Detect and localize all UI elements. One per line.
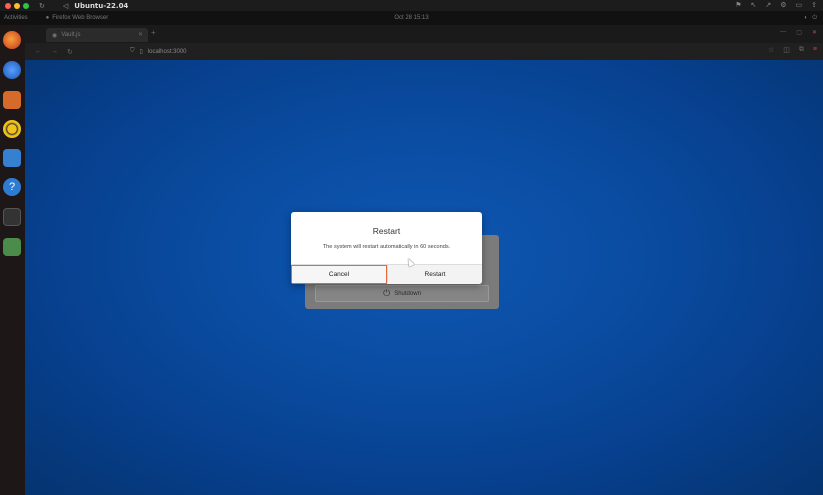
tab-close-icon[interactable]: ✕ (138, 31, 143, 38)
tab-strip: ◉ Vault.js ✕ + — ▢ ✕ (25, 25, 823, 43)
dialog-message: The system will restart automatically in… (322, 244, 451, 250)
forward-icon[interactable]: → (51, 48, 58, 56)
help-dock-icon[interactable]: ? (3, 178, 21, 196)
zoom-window-button[interactable] (23, 2, 29, 9)
thunderbird-dock-icon[interactable] (3, 61, 21, 79)
terminal-dock-icon[interactable] (3, 208, 21, 226)
url-text: localhost:3000 (147, 48, 187, 55)
settings-icon[interactable]: ⚙ (780, 1, 786, 9)
activities-button[interactable]: Activities (4, 15, 28, 21)
host-titlebar: ↻ ◁ Ubuntu-22.04 ⚑ ↖ ↗ ⚙ ▭ ⇪ (0, 0, 823, 11)
undo-icon[interactable]: ↖ (750, 1, 756, 9)
tab-favicon-icon: ◉ (52, 32, 58, 39)
dialog-actions: Cancel Restart (291, 264, 482, 284)
redo-icon[interactable]: ↗ (765, 1, 771, 9)
files-dock-icon[interactable] (3, 91, 21, 109)
bookmark-star-icon[interactable]: ☆ (768, 46, 774, 54)
minimize-icon[interactable]: — (780, 29, 786, 36)
app-menu-label: Firefox Web Browser (52, 15, 109, 21)
extensions-icon[interactable]: ⧉ (799, 46, 804, 54)
firefox-icon: ● (45, 15, 50, 21)
share-icon[interactable]: ⇪ (811, 1, 817, 9)
cancel-button[interactable]: Cancel (291, 265, 387, 284)
clock[interactable]: Oct 28 15:13 (394, 15, 428, 21)
firefox-dock-icon[interactable] (3, 31, 21, 49)
tab-title: Vault.js (61, 32, 81, 38)
browser-tab[interactable]: ◉ Vault.js ✕ (46, 28, 148, 42)
trash-dock-icon[interactable] (3, 238, 21, 256)
writer-dock-icon[interactable] (3, 149, 21, 167)
minimize-window-button[interactable] (14, 2, 20, 9)
volume-icon: ◖ (803, 14, 808, 21)
toolbar-right: ☆ ◫ ⧉ ≡ (768, 46, 817, 54)
nav-buttons: ← → ↻ (35, 48, 73, 56)
screen-icon[interactable]: ▭ (796, 1, 803, 9)
shield-icon[interactable]: ⛉ (130, 48, 135, 55)
window-buttons: — ▢ ✕ (780, 29, 817, 36)
ubuntu-topbar: Activities ● Firefox Web Browser Oct 28 … (0, 11, 823, 25)
back-icon[interactable]: ← (35, 48, 42, 56)
dialog-title: Restart (372, 226, 401, 236)
window-controls (5, 2, 29, 9)
flag-icon[interactable]: ⚑ (735, 1, 741, 9)
menu-icon[interactable]: ≡ (813, 46, 817, 54)
maximize-icon[interactable]: ▢ (796, 29, 802, 36)
host-toolbar: ⚑ ↖ ↗ ⚙ ▭ ⇪ (735, 1, 817, 9)
rhythmbox-dock-icon[interactable] (3, 120, 21, 138)
ubuntu-dock: ? (0, 25, 25, 495)
app-menu[interactable]: ● Firefox Web Browser (46, 15, 109, 21)
reload-icon[interactable]: ↻ (67, 48, 73, 56)
power-icon: ⏻ (812, 14, 817, 21)
nav-toolbar: ← → ↻ ⛉ ▯ localhost:3000 ☆ ◫ ⧉ ≡ (25, 43, 823, 60)
new-tab-icon[interactable]: + (151, 28, 156, 37)
refresh-icon[interactable]: ↻ (39, 2, 45, 10)
pocket-icon[interactable]: ◫ (783, 46, 790, 54)
back-arrow-icon[interactable]: ◁ (63, 2, 68, 10)
system-tray[interactable]: ◖ ⏻ (804, 15, 817, 22)
restart-button[interactable]: Restart (387, 265, 482, 284)
shutdown-label: Shutdown (394, 290, 421, 297)
restart-dialog: Restart The system will restart automati… (291, 212, 482, 284)
close-icon[interactable]: ✕ (812, 29, 817, 36)
power-icon: ⏻ (383, 288, 391, 298)
shutdown-button[interactable]: ⏻ Shutdown (315, 285, 489, 302)
url-bar[interactable]: ⛉ ▯ localhost:3000 (126, 46, 726, 57)
page-icon: ▯ (139, 49, 143, 55)
close-window-button[interactable] (5, 2, 11, 9)
vm-title: Ubuntu-22.04 (74, 1, 129, 10)
